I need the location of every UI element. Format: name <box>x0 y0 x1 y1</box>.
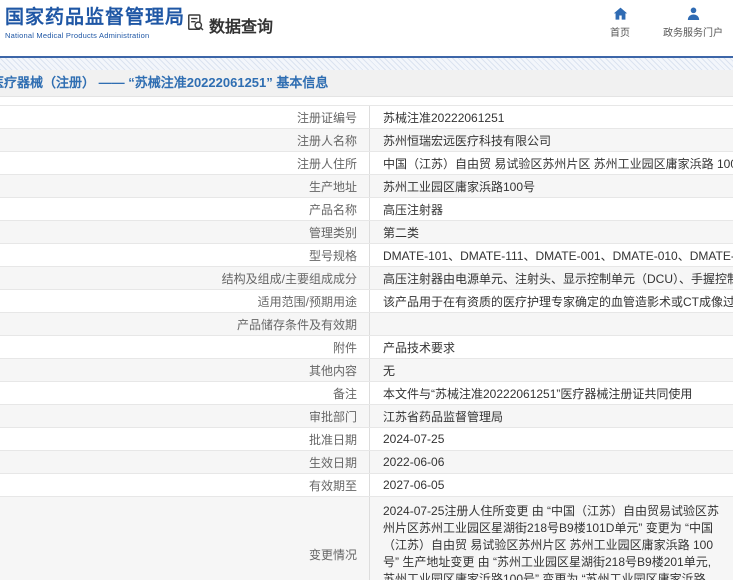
row-label: 注册人名称 <box>0 129 370 151</box>
row-value: 该产品用于在有资质的医疗护理专家确定的血管造影术或CT成像过程中向血管系统中注射… <box>383 294 733 309</box>
header: 国家药品监督管理局 National Medical Products Admi… <box>0 0 733 56</box>
title-gap <box>0 97 733 105</box>
row-value: 苏械注准20222061251 <box>383 110 505 125</box>
table-row: 注册证编号 苏械注准20222061251 <box>0 106 733 129</box>
table-row: 变更情况 2024-07-25注册人住所变更 由 “中国（江苏）自由贸易试验区苏州… <box>0 497 733 580</box>
table-row: 生产地址 苏州工业园区庸家浜路100号 <box>0 175 733 198</box>
doc-search-icon <box>186 13 205 37</box>
row-label: 批准日期 <box>0 428 370 450</box>
info-table: 注册证编号 苏械注准20222061251 注册人名称 苏州恒瑞宏远医疗科技有限公司注… <box>0 105 733 580</box>
table-row: 生效日期 2022-06-06 <box>0 451 733 474</box>
table-row: 批准日期 2024-07-25 <box>0 428 733 451</box>
table-row: 结构及组成/主要组成成分 高压注射器由电源单元、注射头、显示控制单元（DCU）、手… <box>0 267 733 290</box>
nmpa-data-query-page: 国家药品监督管理局 National Medical Products Admi… <box>0 0 733 580</box>
user-icon <box>685 6 702 22</box>
table-row: 附件 产品技术要求 <box>0 336 733 359</box>
row-value: 无 <box>383 363 396 378</box>
table-row: 管理类别 第二类 <box>0 221 733 244</box>
row-label: 管理类别 <box>0 221 370 243</box>
table-row: 注册人名称 苏州恒瑞宏远医疗科技有限公司 <box>0 129 733 152</box>
portal-label: 政务服务门户 <box>663 28 723 39</box>
row-value: 2022-06-06 <box>383 455 445 469</box>
table-row: 注册人住所 中国（江苏）自由贸 易试验区苏州片区 苏州工业园区庸家浜路 100 号 <box>0 152 733 175</box>
row-value: 中国（江苏）自由贸 易试验区苏州片区 苏州工业园区庸家浜路 100 号 <box>383 156 733 171</box>
table-row: 型号规格 DMATE-101、DMATE-111、DMATE-001、DMATE-… <box>0 244 733 267</box>
row-label: 生效日期 <box>0 451 370 473</box>
decorative-strip <box>0 58 733 70</box>
row-label: 产品储存条件及有效期 <box>0 313 370 335</box>
row-label: 变更情况 <box>0 497 370 580</box>
table-row: 产品储存条件及有效期 <box>0 313 733 336</box>
row-label: 附件 <box>0 336 370 358</box>
row-label: 适用范围/预期用途 <box>0 290 370 312</box>
row-value: DMATE-101、DMATE-111、DMATE-001、DMATE-010、… <box>383 248 733 263</box>
row-value: 产品技术要求 <box>383 340 456 355</box>
page-title: 医疗器械（注册） —— “苏械注准20222061251” 基本信息 <box>0 75 329 90</box>
row-label: 型号规格 <box>0 244 370 266</box>
nmpa-logo[interactable]: 国家药品监督管理局 National Medical Products Admi… <box>5 7 185 40</box>
row-label: 注册证编号 <box>0 106 370 128</box>
logo-title-en: National Medical Products Administration <box>5 31 150 40</box>
row-label: 生产地址 <box>0 175 370 197</box>
row-value: 苏州工业园区庸家浜路100号 <box>383 179 536 194</box>
header-right: 首页 政务服务门户 <box>603 6 723 39</box>
table-row: 其他内容无 <box>0 359 733 382</box>
row-value: 第二类 <box>383 225 420 240</box>
row-value: 苏州恒瑞宏远医疗科技有限公司 <box>383 133 552 148</box>
row-value: 2024-07-25 <box>383 432 445 446</box>
logo-title-cn: 国家药品监督管理局 <box>5 7 186 28</box>
row-value: 高压注射器由电源单元、注射头、显示控制单元（DCU）、手握控制器和线缆组成。 <box>383 271 733 286</box>
row-value <box>370 313 733 335</box>
row-label: 审批部门 <box>0 405 370 427</box>
home-icon <box>612 6 629 22</box>
title-bar: 医疗器械（注册） —— “苏械注准20222061251” 基本信息 <box>0 70 733 97</box>
row-value: 2027-06-05 <box>383 478 445 492</box>
row-value: 江苏省药品监督管理局 <box>383 409 504 424</box>
row-label: 有效期至 <box>0 474 370 496</box>
row-value: 本文件与“苏械注准20222061251”医疗器械注册证共同使用 <box>383 386 693 401</box>
row-label: 产品名称 <box>0 198 370 220</box>
row-label: 备注 <box>0 382 370 404</box>
row-value: 2024-07-25注册人住所变更 由 “中国（江苏）自由贸易试验区苏州片区苏州… <box>383 504 720 580</box>
row-label: 其他内容 <box>0 359 370 381</box>
table-row: 备注 本文件与“苏械注准20222061251”医疗器械注册证共同使用 <box>0 382 733 405</box>
row-value: 高压注射器 <box>383 202 444 217</box>
table-row: 适用范围/预期用途该产品用于在有资质的医疗护理专家确定的血管造影术或CT成像过程… <box>0 290 733 313</box>
table-row: 产品名称 高压注射器 <box>0 198 733 221</box>
table-row: 有效期至 2027-06-05 <box>0 474 733 497</box>
table-row: 审批部门 江苏省药品监督管理局 <box>0 405 733 428</box>
home-button[interactable]: 首页 <box>603 6 637 39</box>
row-label: 结构及组成/主要组成成分 <box>0 267 370 289</box>
portal-button[interactable]: 政务服务门户 <box>663 6 723 39</box>
home-label: 首页 <box>610 28 630 39</box>
row-label: 注册人住所 <box>0 152 370 174</box>
data-query-label: 数据查询 <box>209 19 274 36</box>
data-query-nav[interactable]: 数据查询 <box>186 13 273 37</box>
